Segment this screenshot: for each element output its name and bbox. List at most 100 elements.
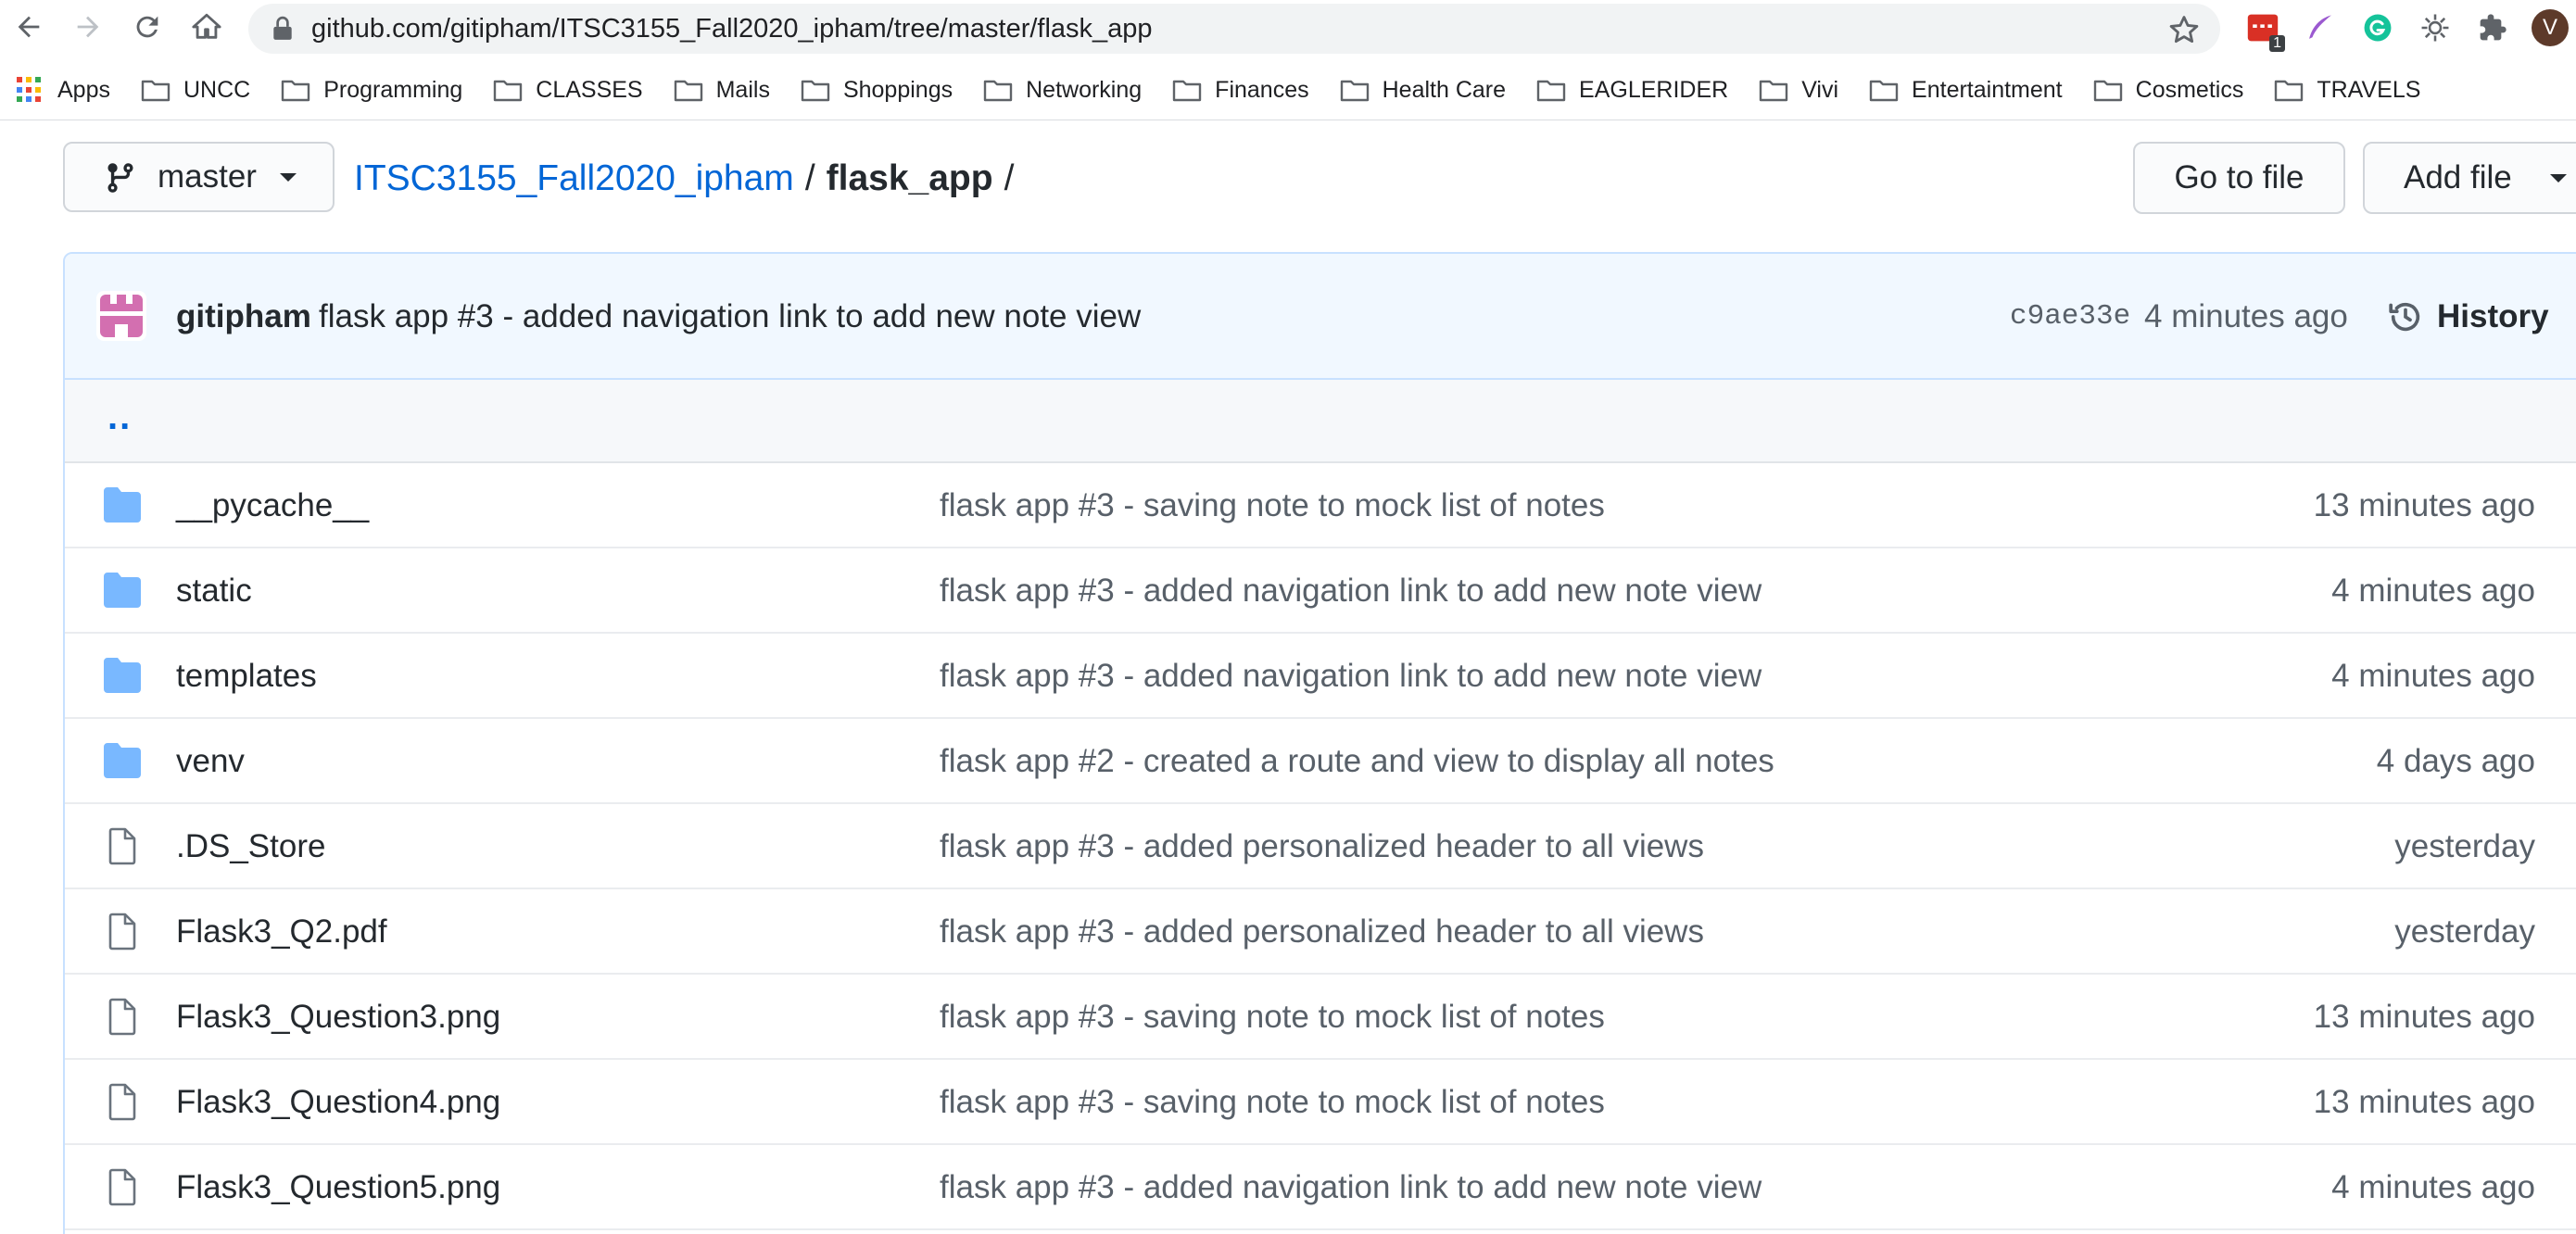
folder-icon [1340, 80, 1369, 102]
file-name-link[interactable]: venv [176, 719, 245, 804]
file-icon [108, 998, 136, 1036]
author-identicon-avatar[interactable] [96, 291, 146, 341]
folder-icon [1536, 80, 1566, 102]
table-row[interactable]: static flask app #3 - added navigation l… [65, 548, 2576, 634]
forward-button[interactable] [65, 4, 111, 50]
bookmark-label: Programming [323, 76, 463, 103]
file-commit-link[interactable]: flask app #3 - saving note to mock list … [940, 463, 1605, 548]
folder-icon [1760, 80, 1788, 102]
table-row[interactable]: Flask3_Question4.png flask app #3 - savi… [65, 1060, 2576, 1145]
commit-time: 4 minutes ago [2144, 298, 2348, 334]
bookmark-folder[interactable]: Entertaintment [1869, 77, 2063, 104]
bookmark-apps[interactable]: Apps [17, 77, 110, 104]
bookmark-folder[interactable]: Health Care [1340, 77, 1506, 104]
table-row[interactable]: __pycache__ flask app #3 - saving note t… [65, 463, 2576, 548]
bookmark-label: Shoppings [842, 76, 953, 103]
address-bar[interactable]: github.com/gitipham/ITSC3155_Fall2020_ip… [248, 4, 2220, 54]
bookmark-folder[interactable]: EAGLERIDER [1536, 77, 1728, 104]
parent-directory-row[interactable]: .. [65, 380, 2576, 463]
go-to-file-button[interactable]: Go to file [2133, 142, 2345, 214]
file-name-link[interactable]: __pycache__ [176, 463, 369, 548]
latest-commit-bar: gitipham flask app #3 - added navigation… [65, 254, 2576, 380]
folder-icon [494, 80, 523, 102]
home-button[interactable] [183, 4, 230, 50]
folder-icon [2093, 80, 2122, 102]
grammarly-icon [2364, 14, 2392, 42]
breadcrumb-separator: / [1004, 158, 1015, 198]
bookmark-label: Networking [1026, 76, 1143, 103]
folder-icon [282, 80, 310, 102]
file-commit-link[interactable]: flask app #3 - added navigation link to … [940, 548, 1762, 634]
branch-name: master [158, 158, 257, 195]
table-row[interactable]: templates flask app #3 - added navigatio… [65, 634, 2576, 719]
file-commit-link[interactable]: flask app #3 - added personalized header… [940, 889, 1704, 975]
branch-select-button[interactable]: master [63, 142, 335, 212]
file-name-link[interactable]: Flask3_Question5.png [176, 1145, 500, 1230]
bookmark-folder[interactable]: Shoppings [801, 77, 953, 104]
table-row[interactable]: Flask3_Question5.png flask app #3 - adde… [65, 1145, 2576, 1230]
browser-chrome: github.com/gitipham/ITSC3155_Fall2020_ip… [0, 0, 2576, 120]
todo-extension-button[interactable]: 1 [2244, 9, 2285, 52]
url-host: github.com [311, 14, 443, 44]
parent-directory-link[interactable]: .. [107, 380, 132, 454]
bookmark-folder[interactable]: Vivi [1759, 77, 1838, 104]
bookmark-label: Mails [715, 76, 770, 103]
breadcrumb-repo-link[interactable]: ITSC3155_Fall2020_ipham [354, 158, 794, 198]
table-row[interactable]: .DS_Store flask app #3 - added personali… [65, 804, 2576, 889]
table-row[interactable]: Flask3_Question3.png flask app #3 - savi… [65, 975, 2576, 1060]
file-commit-link[interactable]: flask app #3 - saving note to mock list … [940, 975, 1605, 1060]
file-name-link[interactable]: .DS_Store [176, 804, 325, 889]
bookmark-folder[interactable]: CLASSES [493, 77, 643, 104]
profile-avatar[interactable]: V [2532, 9, 2569, 46]
reload-button[interactable] [124, 4, 170, 50]
feather-pen-icon [2309, 15, 2331, 39]
back-button[interactable] [6, 4, 52, 50]
add-file-button[interactable]: Add file [2363, 142, 2576, 214]
file-name-link[interactable]: Flask3_Question3.png [176, 975, 500, 1060]
git-branch-icon [107, 163, 133, 193]
gear-extension-button[interactable] [2417, 9, 2454, 46]
extensions-menu-button[interactable] [2474, 9, 2511, 46]
file-age: 4 minutes ago [2331, 1169, 2535, 1205]
bookmark-label: Entertaintment [1912, 76, 2063, 103]
home-icon [192, 13, 221, 39]
table-row[interactable]: Flask3_Q2.pdf flask app #3 - added perso… [65, 889, 2576, 975]
folder-icon [141, 80, 170, 102]
file-age: 13 minutes ago [2313, 999, 2535, 1035]
commit-sha-link[interactable]: c9ae33e [2010, 254, 2130, 380]
table-row[interactable]: venv flask app #2 - created a route and … [65, 719, 2576, 804]
file-name-link[interactable]: static [176, 548, 252, 634]
file-name-link[interactable]: Flask3_Q2.pdf [176, 889, 387, 975]
bookmark-folder[interactable]: Mails [674, 77, 770, 104]
pen-extension-button[interactable] [2302, 9, 2339, 46]
chevron-down-icon [2550, 174, 2567, 183]
history-link[interactable]: History [2387, 254, 2549, 380]
add-file-label: Add file [2404, 159, 2512, 195]
file-name-link[interactable]: Flask3_Question4.png [176, 1060, 500, 1145]
file-commit-link[interactable]: flask app #3 - added personalized header… [940, 804, 1704, 889]
bookmark-folder[interactable]: Programming [281, 77, 462, 104]
file-age: yesterday [2394, 913, 2535, 950]
file-commit-link[interactable]: flask app #3 - added navigation link to … [940, 1145, 1762, 1230]
lock-icon [273, 16, 292, 40]
reload-icon [136, 16, 158, 38]
file-age: 4 days ago [2376, 743, 2535, 779]
bookmark-folder[interactable]: UNCC [141, 77, 250, 104]
chevron-down-icon [280, 173, 297, 182]
folder-icon [983, 80, 1013, 102]
commit-author-link[interactable]: gitipham [176, 254, 311, 380]
file-commit-link[interactable]: flask app #2 - created a route and view … [940, 719, 1774, 804]
bookmark-folder[interactable]: Cosmetics [2093, 76, 2244, 104]
bookmark-star-icon[interactable] [2168, 14, 2200, 45]
bookmark-folder[interactable]: Finances [1172, 77, 1309, 104]
bookmark-folder[interactable]: Networking [983, 77, 1142, 104]
commit-message-link[interactable]: flask app #3 - added navigation link to … [319, 254, 1141, 380]
bookmark-label: Cosmetics [2135, 76, 2244, 103]
folder-icon [1869, 80, 1899, 102]
bookmark-folder[interactable]: TRAVELS [2274, 77, 2420, 104]
file-commit-link[interactable]: flask app #3 - added navigation link to … [940, 634, 1762, 719]
bookmark-label: TRAVELS [2317, 76, 2421, 103]
grammarly-extension-button[interactable] [2359, 9, 2396, 46]
file-commit-link[interactable]: flask app #3 - saving note to mock list … [940, 1060, 1605, 1145]
file-name-link[interactable]: templates [176, 634, 317, 719]
